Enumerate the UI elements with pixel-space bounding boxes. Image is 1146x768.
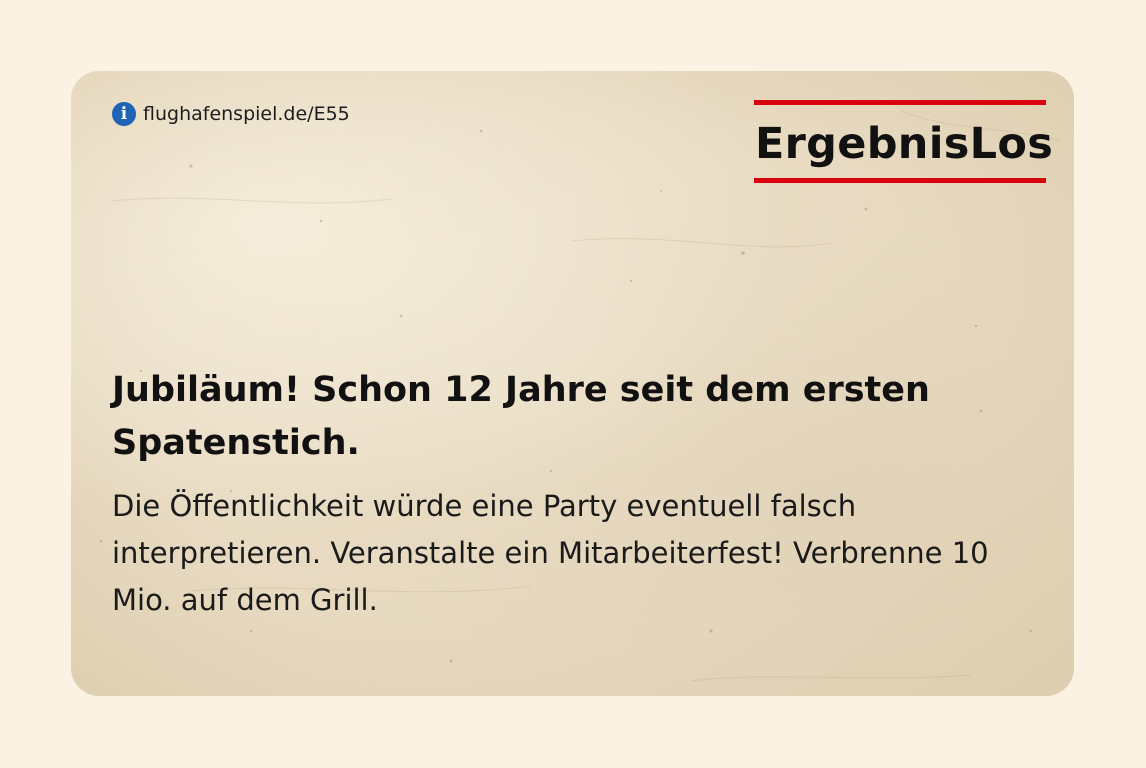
info-link[interactable]: i flughafenspiel.de/E55: [112, 102, 350, 126]
logo-top-bar: [754, 100, 1046, 105]
card-headline: Jubiläum! Schon 12 Jahre seit dem ersten…: [112, 370, 930, 463]
logo-text: ErgebnisLos: [755, 119, 1054, 169]
info-icon: i: [112, 102, 136, 126]
ergebnislos-logo: ErgebnisLos: [754, 100, 1053, 184]
card-body-text: Die Öffentlichkeit würde eine Party even…: [112, 489, 989, 617]
event-card: i flughafenspiel.de/E55 ErgebnisLos Jubi…: [71, 71, 1074, 696]
info-link-text[interactable]: flughafenspiel.de/E55: [143, 103, 350, 125]
logo-bottom-bar: [754, 178, 1046, 183]
